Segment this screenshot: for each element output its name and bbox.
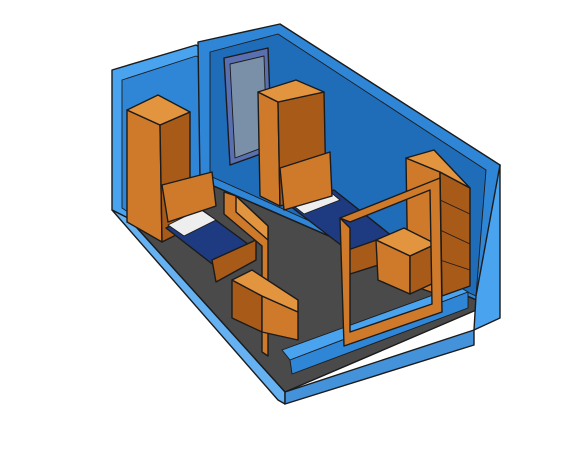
right-wardrobe-front — [257, 91, 281, 207]
dorm-room-diagram — [111, 23, 501, 405]
bookshelf-side — [439, 171, 471, 297]
left-wardrobe-front — [126, 109, 163, 243]
